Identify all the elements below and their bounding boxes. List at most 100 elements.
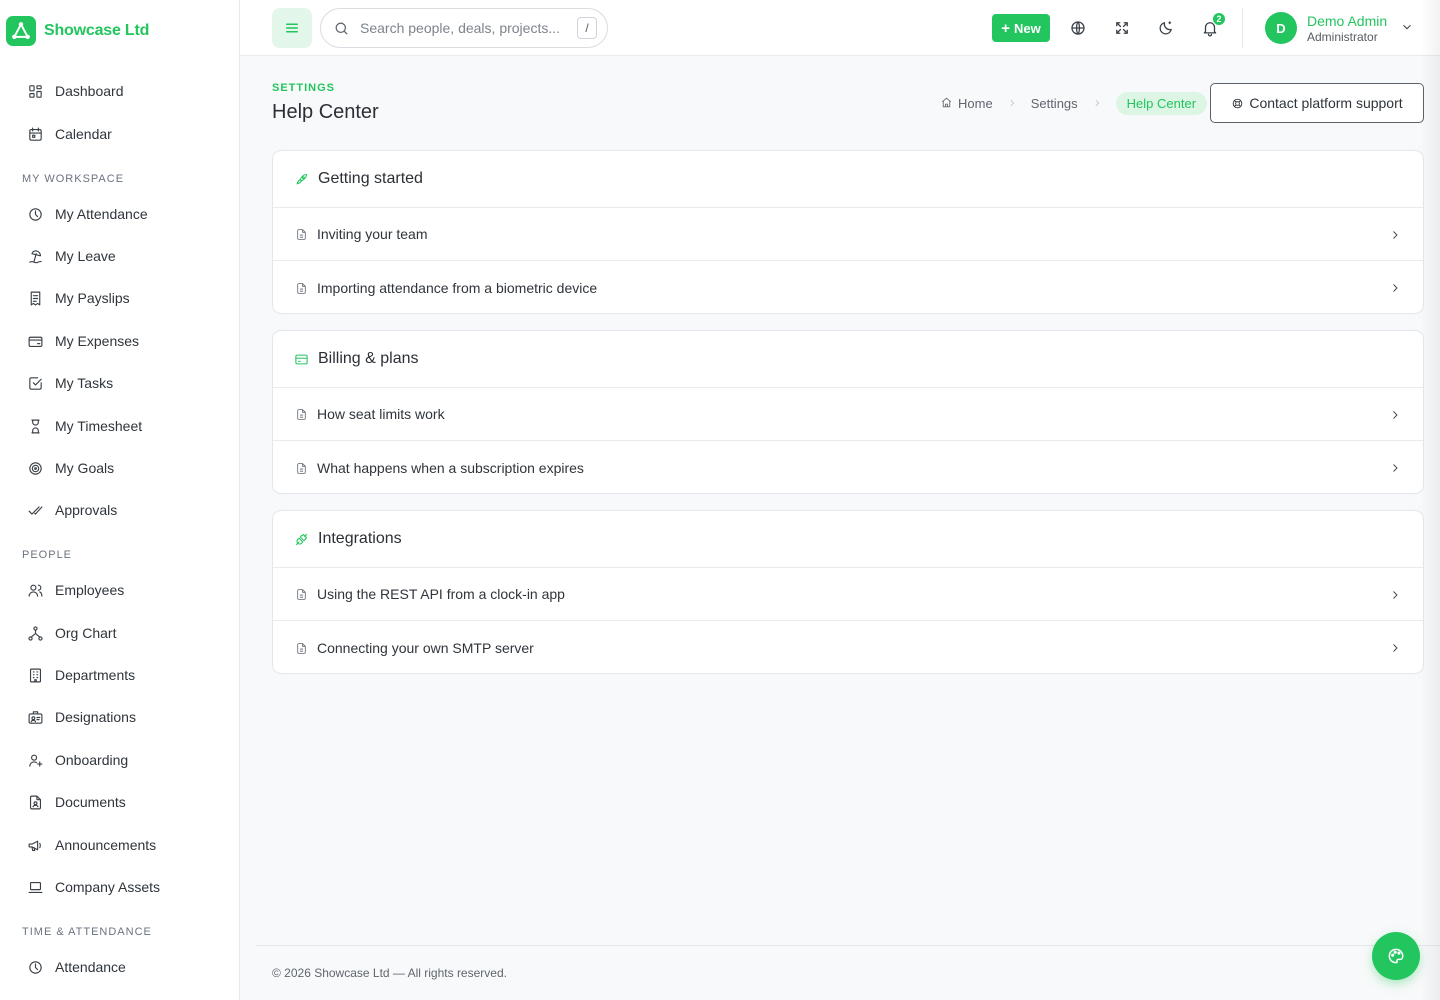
sidebar-item-my-expenses[interactable]: My Expenses: [26, 329, 139, 353]
theme-customizer-button[interactable]: [1372, 932, 1420, 980]
article-title: Inviting your team: [317, 226, 428, 242]
sidebar-item-label: My Goals: [55, 460, 115, 476]
double-check-icon: [26, 501, 44, 519]
plug-icon: [295, 533, 308, 545]
megaphone-icon: [26, 836, 44, 854]
sidebar-item-label: My Timesheet: [55, 418, 143, 434]
footer-copyright: © 2026 Showcase Ltd — All rights reserve…: [272, 966, 507, 980]
scroll-edge-shadow: [1420, 0, 1440, 1000]
sidebar-section-title: PEOPLE: [22, 549, 73, 561]
calendar-icon: [26, 125, 44, 143]
sidebar-item-label: Attendance: [55, 959, 126, 975]
card-header: Billing & plans: [273, 331, 1423, 388]
document-icon: [295, 226, 317, 242]
user-plus-icon: [26, 751, 44, 769]
card-title: Integrations: [318, 530, 402, 547]
sidebar-item-attendance[interactable]: Attendance: [26, 955, 126, 979]
sidebar-item-my-timesheet[interactable]: My Timesheet: [26, 414, 142, 438]
sidebar-item-label: Departments: [55, 667, 136, 683]
sidebar-section-title: MY WORKSPACE: [22, 173, 125, 185]
sidebar: Showcase Ltd Dashboard Calendar MY WORKS…: [0, 0, 240, 1000]
chevron-right-icon: [1389, 408, 1401, 420]
notification-badge: 2: [1212, 12, 1226, 26]
breadcrumb-current: Help Center: [1115, 91, 1208, 115]
notifications-button[interactable]: 2: [1190, 6, 1230, 50]
plus-icon: +: [1001, 19, 1011, 37]
article-row[interactable]: Connecting your own SMTP server: [273, 621, 1423, 673]
contact-support-button[interactable]: Contact platform support: [1210, 83, 1424, 123]
article-row[interactable]: What happens when a subscription expires: [273, 441, 1423, 493]
document-icon: [295, 406, 317, 422]
article-row[interactable]: Using the REST API from a clock-in app: [273, 568, 1423, 621]
sidebar-item-label: My Attendance: [55, 206, 148, 222]
sidebar-item-approvals[interactable]: Approvals: [26, 498, 117, 522]
user-name[interactable]: Demo Admin: [1307, 13, 1387, 29]
target-icon: [26, 459, 44, 477]
article-title: Importing attendance from a biometric de…: [317, 279, 598, 296]
id-badge-icon: [26, 708, 44, 726]
sidebar-item-designations[interactable]: Designations: [26, 705, 136, 729]
contact-support-label: Contact platform support: [1249, 95, 1403, 111]
card-header: Getting started: [273, 151, 1423, 208]
sidebar-item-label: Approvals: [55, 502, 118, 518]
rocket-icon: [296, 173, 308, 184]
header-divider: [1242, 8, 1243, 48]
sidebar-item-documents[interactable]: Documents: [26, 790, 126, 814]
help-category-card: Billing & plans How seat limits work Wha…: [272, 330, 1424, 494]
sidebar-item-company-assets[interactable]: Company Assets: [26, 875, 160, 899]
topbar: / + New 2 D Demo Admin Administrator: [240, 0, 1440, 56]
sidebar-item-label: Company Assets: [55, 879, 161, 895]
lifebuoy-icon: [1233, 98, 1243, 108]
sidebar-item-label: Dashboard: [55, 83, 124, 99]
card-title: Getting started: [318, 170, 423, 187]
search-shortcut-key: /: [577, 17, 597, 39]
sidebar-item-onboarding[interactable]: Onboarding: [26, 748, 128, 772]
sidebar-item-my-leave[interactable]: My Leave: [26, 244, 116, 268]
user-role: Administrator: [1307, 30, 1378, 44]
fullscreen-icon: [1116, 22, 1128, 34]
chevron-right-icon: [1007, 96, 1017, 111]
search-icon: [335, 22, 348, 35]
new-button[interactable]: + New: [992, 14, 1050, 42]
sidebar-section-title: TIME & ATTENDANCE: [22, 926, 152, 938]
sidebar-item-announcements[interactable]: Announcements: [26, 833, 156, 857]
clock-icon: [26, 205, 44, 223]
breadcrumb-settings[interactable]: Settings: [1031, 96, 1078, 111]
article-row[interactable]: Importing attendance from a biometric de…: [273, 261, 1423, 313]
breadcrumb-label: Home: [958, 95, 993, 111]
sidebar-item-label: Documents: [55, 794, 126, 810]
sidebar-item-my-attendance[interactable]: My Attendance: [26, 202, 148, 226]
menu-toggle-button[interactable]: [272, 8, 312, 48]
chevron-right-icon: [1092, 96, 1102, 111]
article-title: How seat limits work: [317, 406, 445, 422]
sidebar-item-calendar[interactable]: Calendar: [26, 122, 112, 146]
chevron-right-icon: [1389, 461, 1401, 473]
sidebar-item-my-payslips[interactable]: My Payslips: [26, 286, 130, 310]
sidebar-item-label: Org Chart: [55, 625, 117, 641]
help-category-card: Integrations Using the REST API from a c…: [272, 510, 1424, 674]
user-menu-toggle[interactable]: [1400, 20, 1414, 34]
sidebar-item-dashboard[interactable]: Dashboard: [26, 79, 124, 103]
article-row[interactable]: Inviting your team: [273, 208, 1423, 261]
page-title: Help Center: [272, 101, 379, 123]
sidebar-item-org-chart[interactable]: Org Chart: [26, 621, 116, 645]
avatar[interactable]: D: [1265, 12, 1297, 44]
checkbox-icon: [26, 374, 44, 392]
sidebar-item-label: Onboarding: [55, 752, 129, 768]
sidebar-item-my-tasks[interactable]: My Tasks: [26, 371, 113, 395]
brand[interactable]: Showcase Ltd: [0, 0, 239, 62]
sidebar-item-my-goals[interactable]: My Goals: [26, 456, 114, 480]
search-input[interactable]: [360, 20, 560, 36]
article-row[interactable]: How seat limits work: [273, 388, 1423, 441]
file-user-icon: [26, 793, 44, 811]
breadcrumb-home[interactable]: Home: [940, 96, 993, 111]
sidebar-item-departments[interactable]: Departments: [26, 663, 135, 687]
clock-icon: [26, 958, 44, 976]
sidebar-item-employees[interactable]: Employees: [26, 578, 124, 602]
sidebar-item-label: My Leave: [55, 248, 116, 264]
fullscreen-button[interactable]: [1102, 6, 1142, 50]
language-button[interactable]: [1058, 6, 1098, 50]
card-title: Billing & plans: [318, 350, 419, 367]
theme-toggle-button[interactable]: [1146, 6, 1186, 50]
page-kicker: SETTINGS: [272, 82, 336, 94]
